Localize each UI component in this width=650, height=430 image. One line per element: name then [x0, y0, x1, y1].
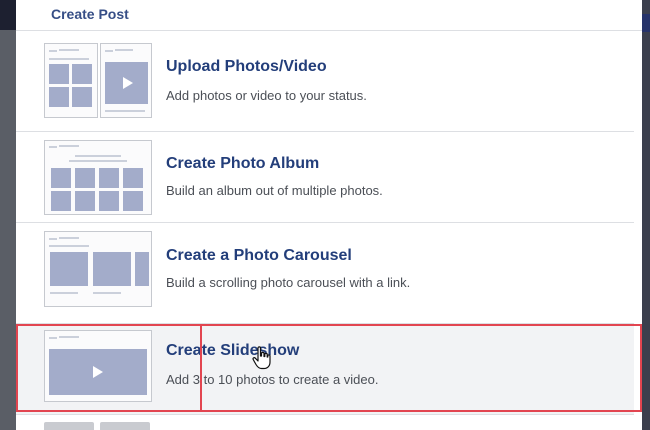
- upload-video-thumbnail: [100, 43, 152, 118]
- photo-album-thumbnail: [44, 140, 152, 215]
- option-title: Create a Photo Carousel: [166, 247, 352, 264]
- play-icon: [123, 77, 133, 89]
- dialog-title: Create Post: [51, 6, 129, 22]
- option-title: Create Photo Album: [166, 155, 320, 172]
- option-create-slideshow[interactable]: Create Slideshow Add 3 to 10 photos to c…: [16, 324, 634, 415]
- photo-carousel-thumbnail: [44, 231, 152, 307]
- hand-pointer-icon: [252, 346, 271, 370]
- option-description: Add 3 to 10 photos to create a video.: [166, 372, 379, 387]
- option-description: Build a scrolling photo carousel with a …: [166, 275, 411, 290]
- option-create-photo-carousel[interactable]: Create a Photo Carousel Build a scrollin…: [16, 223, 634, 324]
- option-title: Upload Photos/Video: [166, 58, 327, 75]
- option-title: Create Slideshow: [166, 342, 300, 359]
- option-create-photo-album[interactable]: Create Photo Album Build an album out of…: [16, 132, 634, 223]
- slideshow-thumbnail: [44, 330, 152, 402]
- option-description: Build an album out of multiple photos.: [166, 183, 383, 198]
- option-description: Add photos or video to your status.: [166, 88, 367, 103]
- next-option-thumbnail: [100, 422, 150, 430]
- next-option-thumbnail: [44, 422, 94, 430]
- dialog-header: Create Post: [16, 0, 642, 31]
- option-upload-photos-video[interactable]: Upload Photos/Video Add photos or video …: [16, 31, 634, 132]
- create-post-dialog: Create Post Upload Photos/Video Add phot…: [16, 0, 642, 430]
- upload-photos-thumbnail: [44, 43, 98, 118]
- play-icon: [93, 366, 103, 378]
